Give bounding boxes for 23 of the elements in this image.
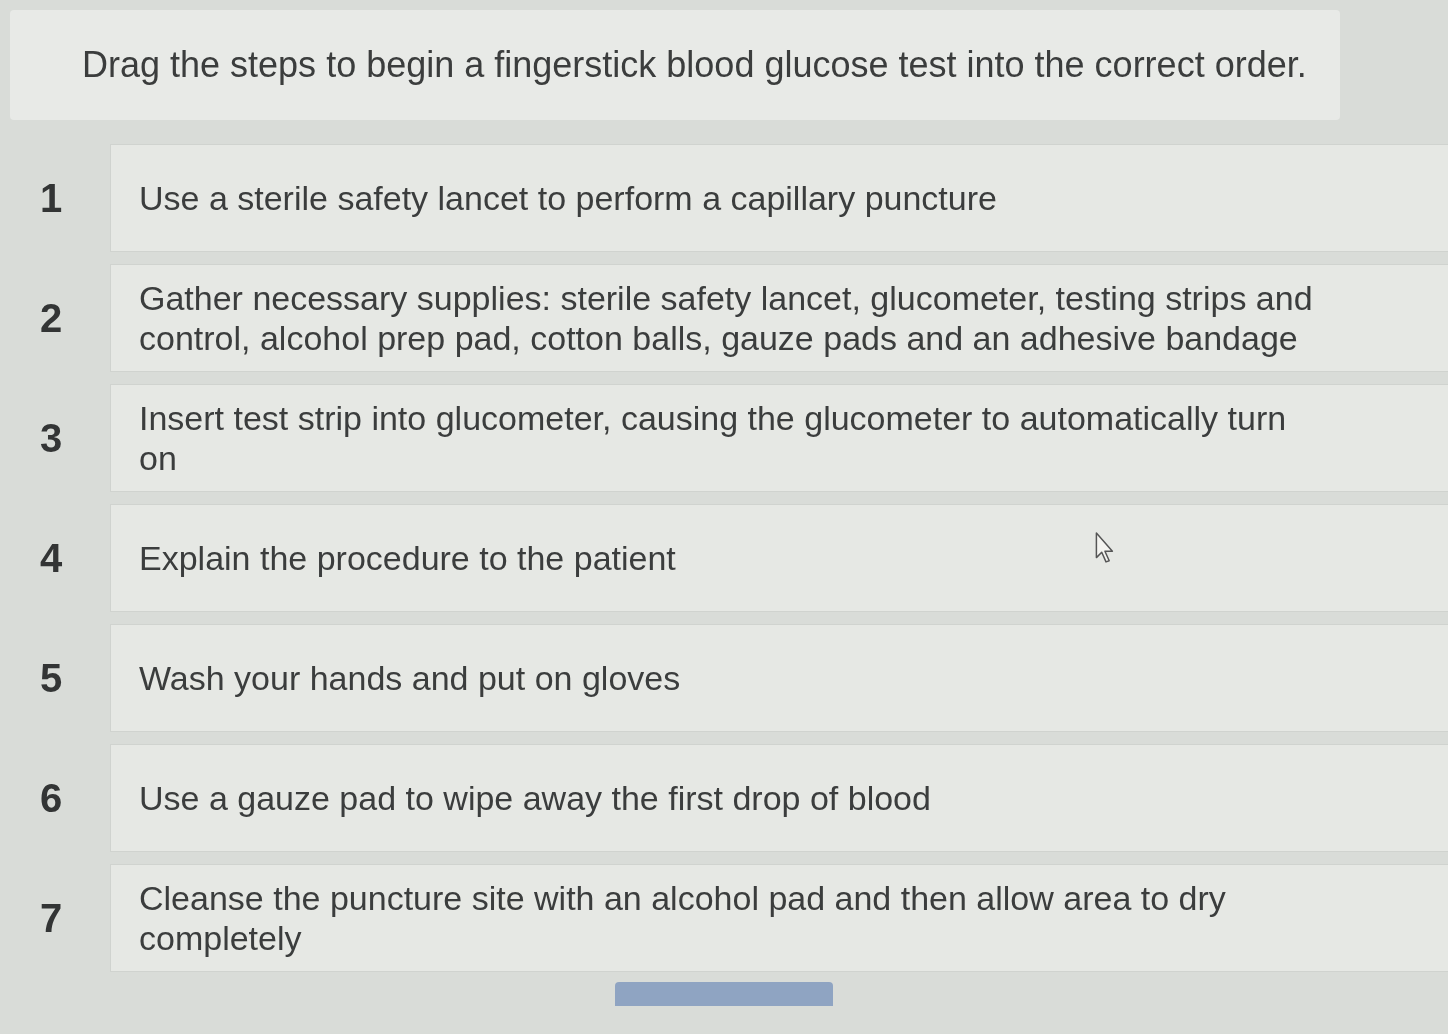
step-number: 3 bbox=[39, 414, 64, 462]
instruction-text: Drag the steps to begin a fingerstick blood glucose test into the correct order. bbox=[10, 10, 1340, 120]
step-text: Cleanse the puncture site with an alcohol pad and then allow area to dry completely bbox=[139, 878, 1227, 958]
step-text: Gather necessary supplies: sterile safety lancet, glucometer, testing strips and control, alcohol prep pad, cotton balls, gauze pads and an adhesive bandage bbox=[139, 278, 1314, 358]
step-text: Use a gauze pad to wipe away the first drop of blood bbox=[139, 778, 931, 818]
step-number: 5 bbox=[39, 654, 64, 702]
step-card[interactable]: Insert test strip into glucometer, causing the glucometer to automatically turn on bbox=[110, 384, 1448, 492]
step-text: Use a sterile safety lancet to perform a capillary puncture bbox=[139, 178, 997, 218]
step-text: Wash your hands and put on gloves bbox=[139, 658, 681, 698]
step-number: 2 bbox=[39, 294, 64, 342]
step-number: 6 bbox=[39, 774, 64, 822]
step-card[interactable]: Use a gauze pad to wipe away the first drop of blood bbox=[110, 744, 1448, 852]
step-text: Insert test strip into glucometer, causing the glucometer to automatically turn on bbox=[139, 398, 1288, 478]
step-number: 1 bbox=[39, 174, 64, 222]
step-card[interactable]: Gather necessary supplies: sterile safety lancet, glucometer, testing strips and control, alcohol prep pad, cotton balls, gauze pads and an adhesive bandage bbox=[110, 264, 1448, 372]
step-card[interactable]: Explain the procedure to the patient bbox=[110, 504, 1448, 612]
step-card[interactable]: Wash your hands and put on gloves bbox=[110, 624, 1448, 732]
step-text: Explain the procedure to the patient bbox=[139, 538, 676, 578]
step-number: 7 bbox=[39, 894, 64, 942]
step-number: 4 bbox=[39, 534, 64, 582]
step-card[interactable]: Use a sterile safety lancet to perform a capillary puncture bbox=[110, 144, 1448, 252]
button[interactable] bbox=[615, 982, 833, 1006]
step-card[interactable]: Cleanse the puncture site with an alcohol pad and then allow area to dry completely bbox=[110, 864, 1448, 972]
